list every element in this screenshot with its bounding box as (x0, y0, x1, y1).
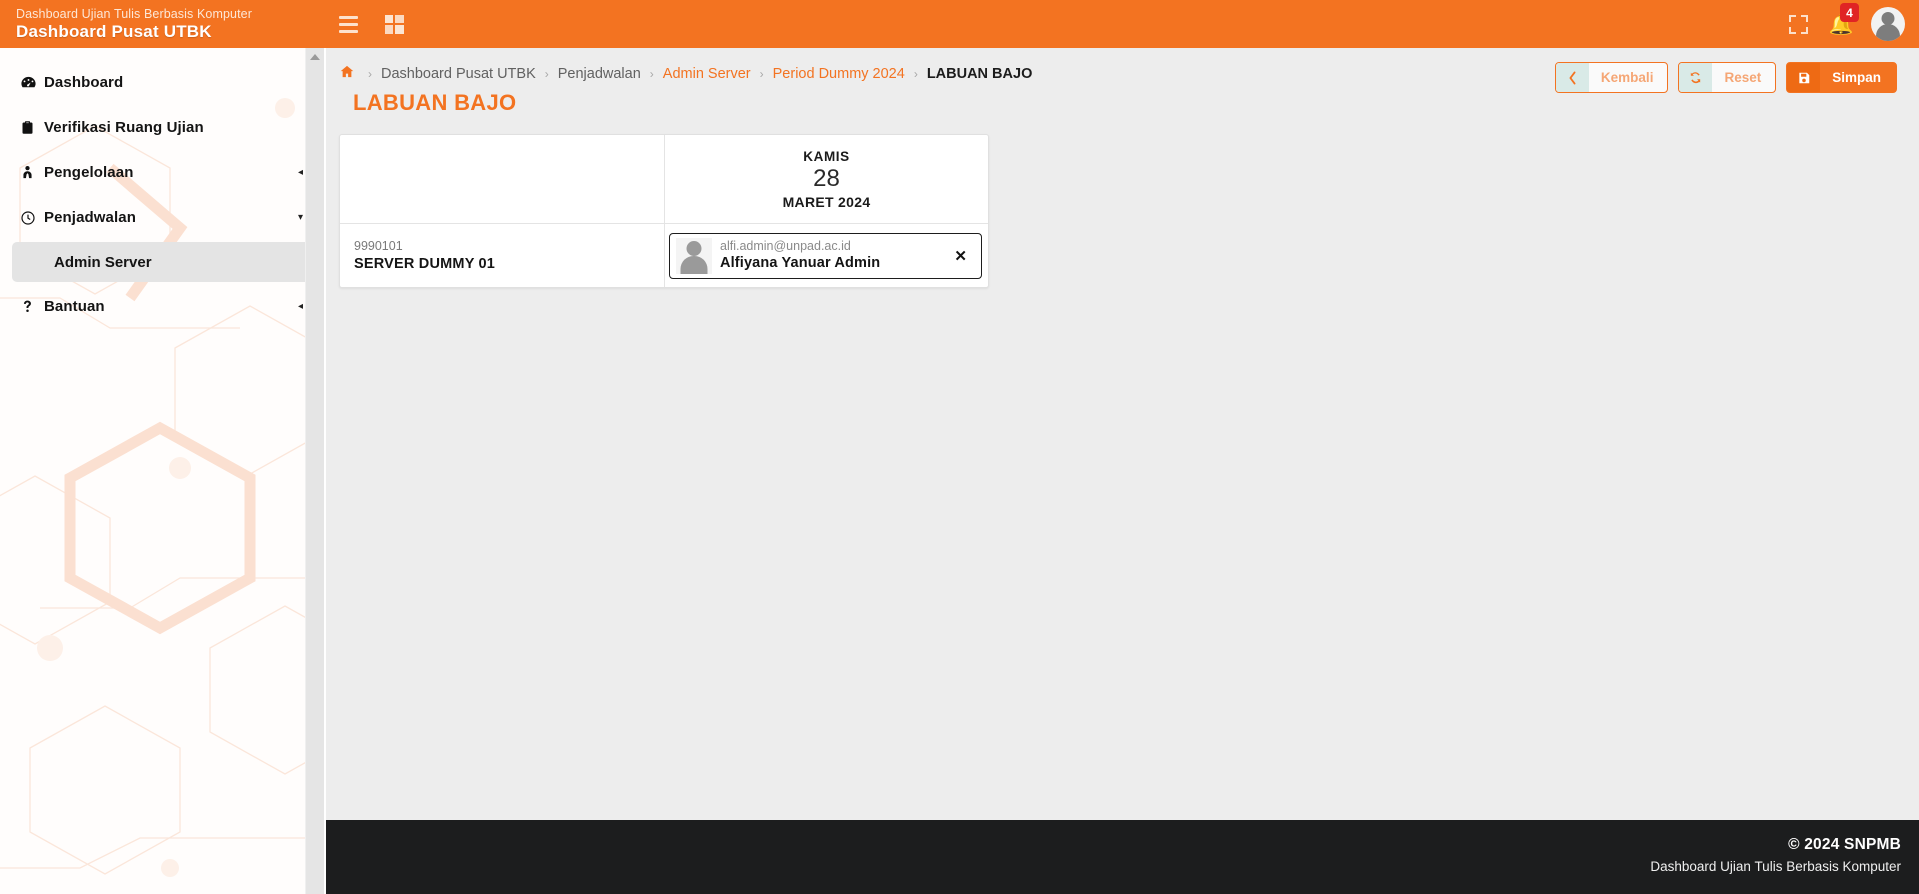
assigned-admin-chip[interactable]: alfi.admin@unpad.ac.id Alfiyana Yanuar A… (669, 232, 982, 279)
assignment-slot[interactable]: alfi.admin@unpad.ac.id Alfiyana Yanuar A… (665, 224, 988, 287)
server-name: SERVER DUMMY 01 (354, 255, 496, 272)
sidebar-item-label: Dashboard (44, 74, 124, 91)
close-x-icon[interactable]: ✕ (954, 247, 967, 265)
home-icon[interactable] (339, 64, 355, 84)
date-day-name: KAMIS (803, 148, 850, 164)
schedule-card-header: KAMIS 28 MARET 2024 (340, 135, 988, 223)
user-avatar-icon[interactable] (1871, 7, 1905, 41)
top-header-bar: Dashboard Ujian Tulis Berbasis Komputer … (0, 0, 1919, 48)
sidebar-item-label: Pengelolaan (44, 164, 134, 181)
sidebar-item-admin-server[interactable]: Admin Server (12, 242, 315, 282)
back-button-label: Kembali (1600, 70, 1654, 85)
server-column-header (340, 135, 665, 223)
breadcrumb-item-current: LABUAN BAJO (926, 66, 1033, 82)
breadcrumb-separator: › (544, 67, 549, 81)
brand-title: Dashboard Pusat UTBK (16, 21, 212, 41)
assigned-admin-name: Alfiyana Yanuar Admin (720, 255, 881, 271)
back-button[interactable]: Kembali (1554, 62, 1669, 93)
chevron-left-icon (1555, 63, 1589, 92)
breadcrumb-separator: › (759, 67, 764, 81)
breadcrumb-item-dashboard-pusat-utbk[interactable]: Dashboard Pusat UTBK (381, 66, 536, 82)
breadcrumb-item-penjadwalan[interactable]: Penjadwalan (558, 66, 641, 82)
chevron-down-icon: ▾ (297, 211, 303, 223)
fullscreen-icon (1788, 14, 1808, 34)
breadcrumb-item-admin-server[interactable]: Admin Server (663, 66, 751, 82)
page-footer: © 2024 SNPMB Dashboard Ujian Tulis Berba… (325, 820, 1919, 894)
assigned-admin-text: alfi.admin@unpad.ac.id Alfiyana Yanuar A… (720, 238, 880, 273)
date-column-header: KAMIS 28 MARET 2024 (665, 135, 988, 223)
floppy-disk-icon (1787, 63, 1821, 92)
schedule-row: 9990101 SERVER DUMMY 01 alfi.admin@unpad… (340, 223, 988, 287)
sidebar-item-dashboard[interactable]: Dashboard (0, 60, 325, 105)
sidebar-menu: Dashboard Verifikasi Ruang Ujian Pengelo… (0, 48, 325, 329)
page-header-row: › Dashboard Pusat UTBK › Penjadwalan › A… (325, 48, 1919, 116)
question-icon (20, 298, 44, 315)
clipboard-check-icon (20, 119, 44, 136)
sidebar-item-pengelolaan[interactable]: Pengelolaan ◂ (0, 150, 325, 195)
breadcrumb-item-period-dummy-2024[interactable]: Period Dummy 2024 (773, 66, 905, 82)
action-toolbar: Kembali Reset Simpan (1554, 62, 1901, 93)
brand-block: Dashboard Ujian Tulis Berbasis Komputer … (0, 0, 325, 48)
date-day-number: 28 (813, 164, 840, 192)
notifications-button[interactable]: 🔔 4 (1821, 0, 1861, 48)
sidebar-item-label: Verifikasi Ruang Ujian (44, 119, 204, 136)
save-button-label: Simpan (1832, 70, 1881, 85)
hamburger-icon (338, 15, 358, 33)
reset-button-label: Reset (1724, 70, 1762, 85)
chevron-left-icon: ◂ (297, 300, 303, 312)
server-cell: 9990101 SERVER DUMMY 01 (340, 224, 665, 287)
sidebar-divider (324, 48, 326, 894)
reset-button[interactable]: Reset (1678, 62, 1777, 93)
grid-icon (384, 14, 404, 34)
page-title: LABUAN BAJO (353, 90, 517, 115)
breadcrumb-separator: › (368, 67, 372, 81)
sidebar-scrollbar[interactable] (305, 48, 324, 894)
brand-subtitle: Dashboard Ujian Tulis Berbasis Komputer (16, 6, 252, 21)
user-tie-icon (20, 164, 44, 181)
breadcrumb-separator: › (649, 67, 654, 81)
server-id: 9990101 (354, 238, 403, 253)
assigned-admin-email: alfi.admin@unpad.ac.id (720, 239, 851, 253)
date-month-year: MARET 2024 (782, 193, 871, 210)
sidebar-item-penjadwalan[interactable]: Penjadwalan ▾ (0, 195, 325, 240)
fullscreen-button[interactable] (1775, 0, 1821, 48)
sidebar-item-label: Penjadwalan (44, 209, 136, 226)
chevron-left-icon: ◂ (297, 166, 303, 178)
clock-icon (20, 210, 44, 226)
sidebar-subitem-label: Admin Server (54, 253, 152, 271)
notification-badge: 4 (1840, 3, 1859, 22)
apps-grid-button[interactable] (371, 0, 417, 48)
breadcrumb: › Dashboard Pusat UTBK › Penjadwalan › A… (339, 62, 1032, 84)
breadcrumb-separator: › (913, 67, 918, 81)
user-avatar-icon (676, 237, 712, 274)
breadcrumb-and-title: › Dashboard Pusat UTBK › Penjadwalan › A… (339, 62, 1032, 116)
scroll-up-arrow-icon[interactable] (310, 54, 320, 60)
sidebar-item-label: Bantuan (44, 298, 105, 315)
header-right-tools: 🔔 4 (1775, 0, 1919, 48)
save-button[interactable]: Simpan (1786, 62, 1897, 93)
footer-tagline: Dashboard Ujian Tulis Berbasis Komputer (1650, 859, 1901, 874)
sidebar-item-bantuan[interactable]: Bantuan ◂ (0, 284, 325, 329)
sidebar-item-verifikasi-ruang-ujian[interactable]: Verifikasi Ruang Ujian (0, 105, 325, 150)
sidebar-toggle-button[interactable] (325, 0, 371, 48)
main-content: › Dashboard Pusat UTBK › Penjadwalan › A… (325, 48, 1919, 820)
footer-copyright: © 2024 SNPMB (1788, 836, 1901, 853)
schedule-card: KAMIS 28 MARET 2024 9990101 SERVER DUMMY… (339, 134, 989, 288)
speedometer-icon (20, 74, 44, 91)
sidebar: Dashboard Verifikasi Ruang Ujian Pengelo… (0, 48, 325, 894)
refresh-icon (1679, 63, 1713, 92)
